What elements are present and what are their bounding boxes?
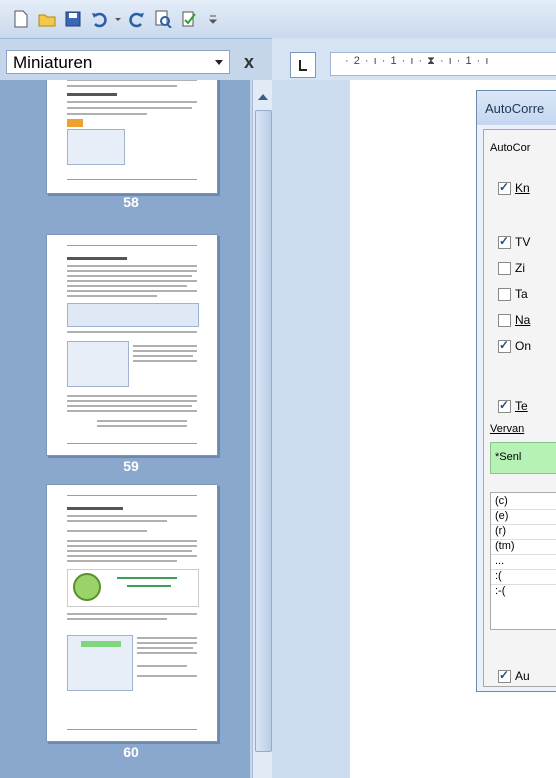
thumbnail-scrollbar[interactable] [252,80,273,778]
autocorrect-list[interactable]: (c) (e) (r) (tm) ... :( :-( [490,492,556,630]
replace-label: Vervan [490,423,525,435]
page-thumbnail-59[interactable] [46,234,218,456]
new-document-icon[interactable] [12,10,30,28]
checkbox-3[interactable] [498,288,511,301]
autocorrect-dialog: AutoCorre AutoCor Kn TV Zi Ta Na On Te V… [476,90,556,692]
page-number-60: 60 [123,744,139,760]
scroll-thumb[interactable] [255,110,272,752]
checkbox-label-0: Kn [515,181,530,195]
list-item[interactable]: (c) [495,495,508,507]
list-item[interactable]: (e) [495,510,508,522]
horizontal-ruler[interactable]: · 2 · ı · 1 · ı · ⧗ · ı · 1 · ı [330,52,556,76]
list-item[interactable]: ... [495,555,504,567]
list-item[interactable]: (tm) [495,540,515,552]
replace-text-checkbox[interactable] [498,398,511,413]
view-select[interactable]: Miniaturen [6,50,230,74]
checkbox-label-2: Zi [515,261,525,275]
page-number-58: 58 [123,194,139,210]
undo-icon[interactable] [90,10,108,28]
scroll-up-icon[interactable] [258,94,268,100]
checkbox-1[interactable] [498,234,511,249]
replace-text-label: Te [515,399,528,413]
save-icon[interactable] [64,10,82,28]
customize-arrow-icon[interactable] [208,10,218,28]
checkbox-label-4: Na [515,313,531,327]
list-item[interactable]: :-( [495,585,505,597]
checkbox-label-1: TV [515,235,531,249]
tab-stop-icon [299,60,307,71]
bottom-checkbox[interactable] [498,668,511,683]
page-number-59: 59 [123,458,139,474]
quick-access-toolbar [0,0,556,39]
checkbox-5[interactable] [498,338,511,353]
checkbox-label-3: Ta [515,287,528,301]
dialog-tab-panel: AutoCor Kn TV Zi Ta Na On Te Vervan *Sen… [483,129,556,687]
list-item[interactable]: (r) [495,525,506,537]
tab-autocorrect[interactable]: AutoCor [490,142,530,154]
print-preview-icon[interactable] [154,10,172,28]
undo-dropdown-icon[interactable] [114,10,122,28]
dialog-titlebar[interactable]: AutoCorre [477,91,556,125]
close-pane-button[interactable]: x [244,52,254,73]
spelling-icon[interactable] [180,10,198,28]
page-thumbnail-58[interactable] [46,80,218,194]
checkbox-label-5: On [515,339,532,353]
replace-input-value: *Senl [495,451,522,463]
ruler-text: · 2 · ı · 1 · ı · ⧗ · ı · 1 · ı [345,55,490,67]
document-margin-area [272,80,350,778]
checkbox-4[interactable] [498,314,511,327]
replace-input[interactable]: *Senl [490,442,556,474]
checkbox-2[interactable] [498,262,511,275]
page-thumbnail-60[interactable] [46,484,218,742]
view-select-value: Miniaturen [13,53,93,72]
redo-icon[interactable] [128,10,146,28]
dialog-title: AutoCorre [485,101,545,116]
tab-selector-button[interactable] [290,52,316,78]
checkbox-0[interactable] [498,180,511,195]
thumbnail-pane: 58 59 60 [0,80,250,778]
chevron-down-icon[interactable] [211,53,227,71]
bottom-checkbox-label: Au [515,669,530,683]
list-item[interactable]: :( [495,570,502,582]
open-folder-icon[interactable] [38,10,56,28]
